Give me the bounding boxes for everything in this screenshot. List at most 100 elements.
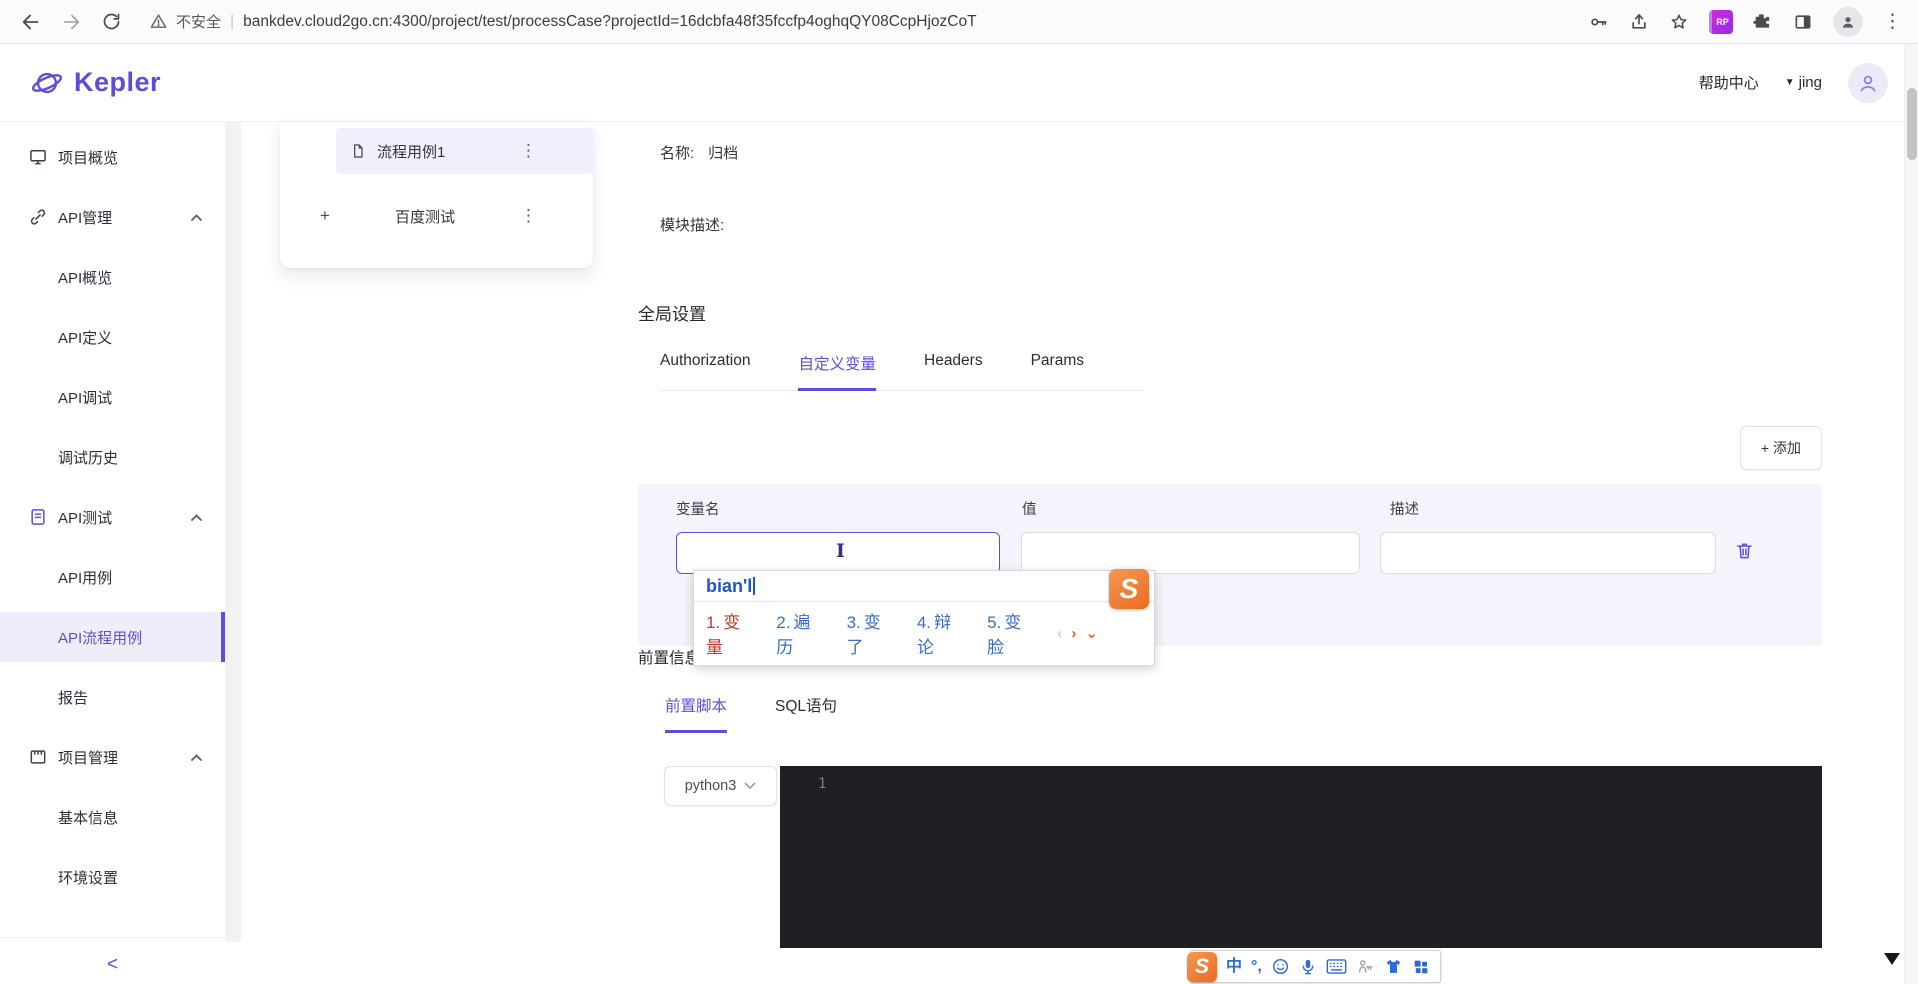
rp-extension-icon[interactable]: RP — [1709, 9, 1733, 34]
global-settings-tabs: Authorization 自定义变量 Headers Params — [660, 352, 1144, 391]
user-menu[interactable]: ▼ jing — [1785, 74, 1822, 91]
editor-line-number: 1 — [818, 776, 827, 792]
ime-punctuation-mode[interactable]: °, — [1251, 958, 1262, 975]
toolbox-grid-icon[interactable] — [1412, 956, 1430, 978]
sidebar-footer: < — [0, 937, 225, 976]
url-text[interactable]: bankdev.cloud2go.cn:4300/project/test/pr… — [243, 13, 976, 31]
ime-candidate-popup: bian'l 1. 变量 2. 遍历 3. 变了 4. 辩论 5. 变脸 ‹ › ⌄ S — [693, 569, 1155, 666]
column-variable-name: 变量名 — [676, 502, 720, 518]
tab-custom-variables[interactable]: 自定义变量 — [798, 352, 876, 391]
ime-chinese-mode[interactable]: 中 — [1226, 958, 1242, 975]
sogou-logo[interactable]: S — [1187, 951, 1217, 982]
delete-row-icon[interactable] — [1734, 540, 1755, 561]
browser-back-icon[interactable] — [16, 7, 46, 37]
sidebar-item-basic-info[interactable]: 基本信息 — [0, 792, 225, 842]
screen: 不安全 | bankdev.cloud2go.cn:4300/project/t… — [0, 0, 1918, 984]
app-header: Kepler 帮助中心 ▼ jing — [0, 44, 1918, 122]
sidebar-item-api-management[interactable]: API管理 — [0, 192, 225, 242]
api-link-icon — [28, 207, 48, 227]
add-variable-button[interactable]: + 添加 — [1739, 426, 1822, 470]
tab-headers[interactable]: Headers — [924, 352, 983, 391]
browser-profile-avatar[interactable] — [1833, 6, 1863, 37]
share-icon[interactable] — [1629, 12, 1649, 32]
variable-desc-input[interactable] — [1380, 532, 1716, 574]
password-key-icon[interactable] — [1589, 12, 1609, 32]
language-select[interactable]: python3 — [664, 766, 777, 806]
tab-params[interactable]: Params — [1031, 352, 1084, 391]
username: jing — [1798, 74, 1822, 91]
skin-shirt-icon[interactable] — [1384, 956, 1403, 978]
column-value: 值 — [1022, 502, 1037, 518]
bookmark-star-icon[interactable] — [1669, 12, 1689, 32]
ime-candidate-4[interactable]: 4. 辩论 — [917, 608, 966, 658]
test-doc-icon — [28, 507, 48, 527]
code-editor[interactable]: 1 — [780, 766, 1822, 948]
name-label: 名称: — [660, 145, 695, 162]
sidebar-item-report[interactable]: 报告 — [0, 672, 225, 722]
extensions-puzzle-icon[interactable] — [1753, 12, 1773, 32]
mouse-cursor — [1884, 953, 1900, 965]
sidebar-collapse-button[interactable]: < — [107, 954, 118, 976]
sidebar-item-api-debug[interactable]: API调试 — [0, 372, 225, 422]
sidebar-item-env-settings[interactable]: 环境设置 — [0, 852, 225, 902]
global-settings-title: 全局设置 — [638, 305, 706, 324]
sidebar-item-project-management[interactable]: 项目管理 — [0, 732, 225, 782]
variable-value-input[interactable] — [1021, 532, 1360, 574]
tab-sql[interactable]: SQL语句 — [775, 694, 837, 733]
project-board-icon — [28, 747, 48, 767]
emoji-icon[interactable] — [1271, 956, 1290, 978]
not-secure-warning-icon — [150, 13, 167, 30]
sidebar-item-project-overview[interactable]: 项目概览 — [0, 132, 225, 182]
skin-tools-icon[interactable] — [1356, 956, 1375, 978]
sidebar-scrollbar[interactable] — [225, 122, 241, 942]
security-label: 不安全 — [176, 14, 222, 31]
tree-item-label: 百度测试 — [395, 208, 456, 226]
tree-item-baidu-test[interactable]: + 百度测试 ⋮ — [280, 194, 593, 238]
tab-authorization[interactable]: Authorization — [660, 352, 750, 391]
ime-candidate-5[interactable]: 5. 变脸 — [987, 608, 1036, 658]
sidebar-item-debug-history[interactable]: 调试历史 — [0, 432, 225, 482]
sidebar-item-api-overview[interactable]: API概览 — [0, 252, 225, 302]
ime-prev-page-icon[interactable]: ‹ — [1057, 625, 1062, 642]
brand-name: Kepler — [74, 67, 162, 97]
sidebar-item-api-test[interactable]: API测试 — [0, 492, 225, 542]
more-menu-icon[interactable]: ⋮ — [520, 206, 537, 226]
sidebar: 项目概览 API管理 API概览 API定义 API调试 调试历史 API测试 … — [0, 122, 225, 984]
tree-item-label: 流程用例1 — [377, 143, 446, 161]
voice-input-icon[interactable] — [1299, 956, 1317, 978]
variable-name-input[interactable] — [676, 532, 1000, 574]
address-bar[interactable]: 不安全 | bankdev.cloud2go.cn:4300/project/t… — [150, 11, 1561, 32]
sidebar-item-api-case[interactable]: API用例 — [0, 552, 225, 602]
user-avatar[interactable] — [1848, 62, 1888, 103]
ime-candidate-3[interactable]: 3. 变了 — [847, 608, 896, 658]
kepler-planet-icon — [30, 66, 64, 100]
brand[interactable]: Kepler — [30, 66, 161, 100]
tree-item-process-case-1[interactable]: 流程用例1 ⋮ — [336, 128, 593, 174]
module-desc-label: 模块描述: — [660, 217, 725, 234]
ime-caret — [753, 577, 755, 595]
ime-expand-icon[interactable]: ⌄ — [1085, 624, 1098, 642]
name-value: 归档 — [708, 145, 739, 162]
sogou-logo: S — [1109, 569, 1149, 609]
ime-toolbar: S 中 °, — [1187, 950, 1441, 983]
browser-bar: 不安全 | bankdev.cloud2go.cn:4300/project/t… — [0, 0, 1918, 44]
sidebar-item-api-definition[interactable]: API定义 — [0, 312, 225, 362]
page-scrollbar[interactable] — [1904, 44, 1918, 984]
expand-plus-icon[interactable]: + — [320, 206, 330, 226]
soft-keyboard-icon[interactable] — [1326, 956, 1347, 978]
ime-composition: bian'l — [694, 571, 1154, 601]
more-menu-icon[interactable]: ⋮ — [520, 141, 537, 161]
tab-pre-script[interactable]: 前置脚本 — [665, 694, 728, 733]
ime-candidate-2[interactable]: 2. 遍历 — [776, 608, 825, 658]
help-center-link[interactable]: 帮助中心 — [1699, 72, 1759, 93]
side-panel-icon[interactable] — [1793, 12, 1813, 32]
ime-candidate-1[interactable]: 1. 变量 — [706, 608, 755, 658]
browser-refresh-icon[interactable] — [96, 7, 126, 37]
ime-next-page-icon[interactable]: › — [1071, 625, 1076, 642]
browser-forward-icon[interactable] — [56, 7, 86, 37]
sidebar-item-api-process-case[interactable]: API流程用例 — [0, 612, 225, 662]
page-scrollbar-thumb[interactable] — [1907, 88, 1917, 160]
monitor-icon — [28, 147, 48, 167]
chevron-up-icon — [190, 213, 203, 222]
browser-menu-icon[interactable]: ⋮ — [1883, 12, 1902, 31]
